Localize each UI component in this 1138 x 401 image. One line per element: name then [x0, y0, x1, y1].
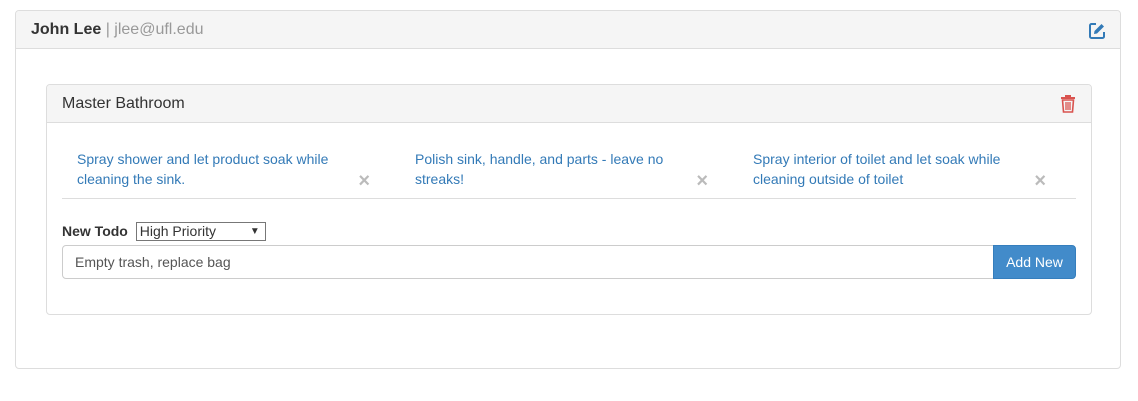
room-title: Master Bathroom: [62, 95, 185, 112]
todo-item: Spray shower and let product soak while …: [62, 147, 400, 199]
todo-item: Spray interior of toilet and let soak wh…: [738, 147, 1076, 199]
room-panel: Master Bathroom Spray shower and let pro…: [46, 84, 1092, 315]
new-todo-input[interactable]: [62, 245, 995, 279]
new-todo-row: New Todo High Priority ▼: [62, 220, 266, 242]
user-panel-heading: John Lee | jlee@ufl.edu: [16, 11, 1120, 49]
new-todo-label: New Todo: [62, 223, 128, 239]
todo-text[interactable]: Spray shower and let product soak while …: [77, 149, 357, 189]
add-new-button[interactable]: Add New: [993, 245, 1076, 279]
todo-text[interactable]: Spray interior of toilet and let soak wh…: [753, 149, 1033, 189]
todo-item: Polish sink, handle, and parts - leave n…: [400, 147, 738, 199]
user-email: jlee@ufl.edu: [114, 21, 204, 38]
priority-select[interactable]: High Priority ▼: [135, 221, 266, 241]
priority-selected-value: High Priority: [139, 222, 216, 239]
close-icon[interactable]: ×: [358, 171, 370, 191]
close-icon[interactable]: ×: [1034, 171, 1046, 191]
todo-text[interactable]: Polish sink, handle, and parts - leave n…: [415, 149, 695, 189]
user-panel: John Lee | jlee@ufl.edu Master Bathroom: [15, 10, 1121, 369]
edit-icon[interactable]: [1088, 22, 1106, 40]
trash-icon[interactable]: [1060, 94, 1076, 113]
user-name: John Lee: [31, 21, 102, 38]
todo-list: Spray shower and let product soak while …: [62, 147, 1076, 199]
user-line: John Lee | jlee@ufl.edu: [31, 21, 203, 39]
separator: |: [105, 21, 110, 38]
chevron-down-icon: ▼: [249, 225, 260, 237]
room-panel-heading: Master Bathroom: [47, 85, 1091, 123]
close-icon[interactable]: ×: [696, 171, 708, 191]
